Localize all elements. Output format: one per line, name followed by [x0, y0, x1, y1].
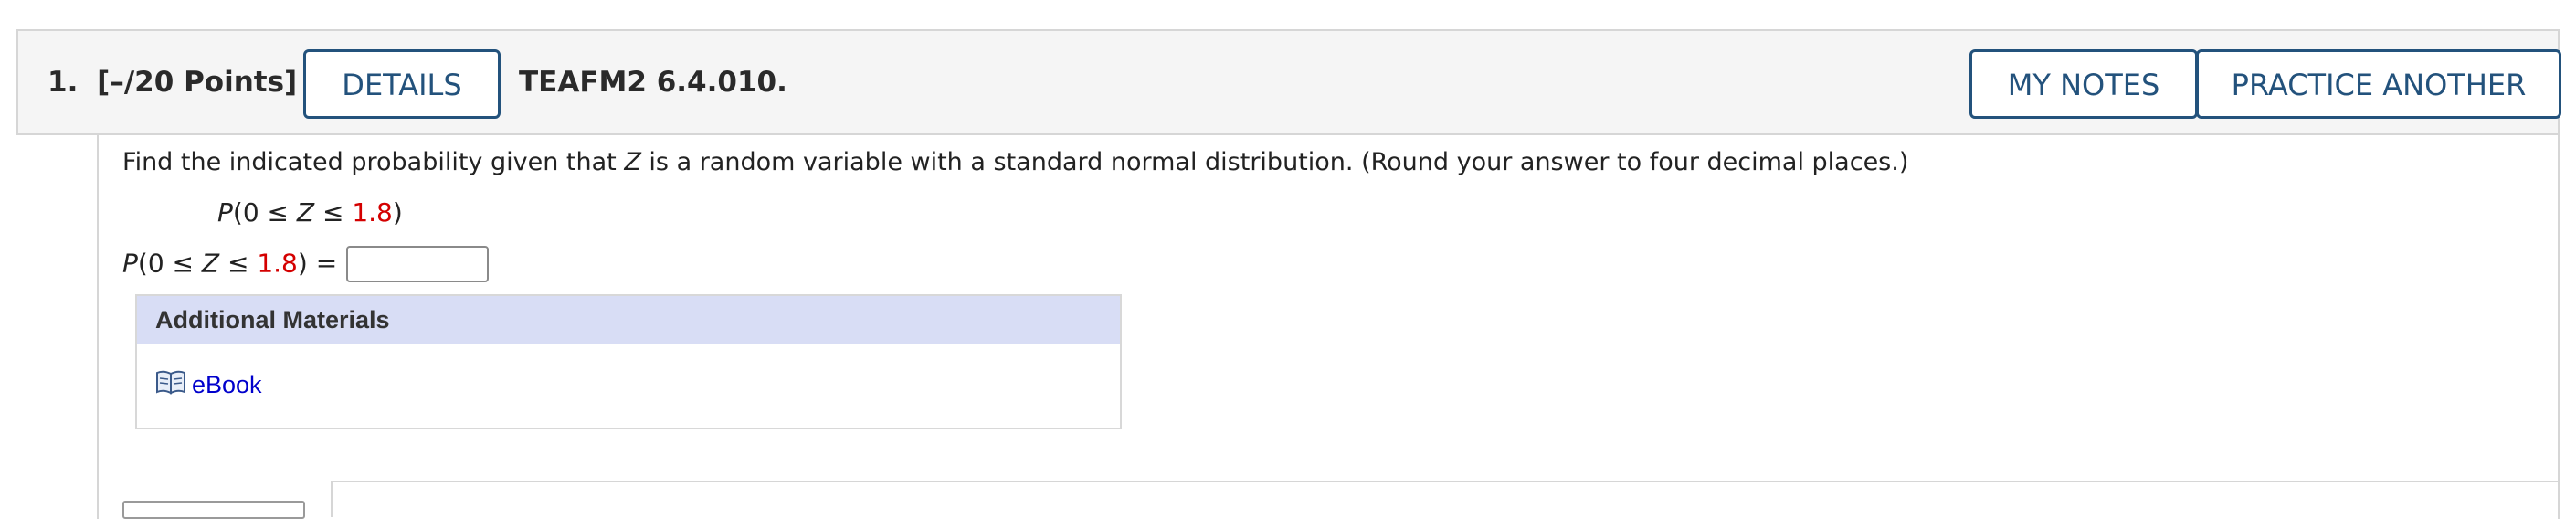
answer-expr-function: P [122, 248, 138, 279]
expr-function: P [217, 197, 233, 228]
answer-input[interactable] [346, 245, 490, 282]
additional-materials-panel: Additional Materials eBook [135, 294, 1122, 429]
expr-mid-2: ≤ [314, 197, 353, 228]
question-id: TEAFM2 6.4.010. [519, 66, 787, 99]
ebook-link[interactable]: eBook [155, 369, 262, 401]
answer-expr-variable: Z [201, 248, 220, 279]
prompt-variable: Z [624, 148, 641, 176]
expr-mid-1: (0 ≤ [232, 197, 297, 228]
answer-expr-mid-1: (0 ≤ [137, 248, 202, 279]
question-number: 1. [–/20 Points] [48, 31, 297, 133]
submit-button-edge[interactable] [122, 501, 305, 519]
answer-expr-close: ) [297, 248, 308, 279]
answer-row: P(0 ≤ Z ≤ 1.8) = [122, 245, 490, 282]
answer-expr-mid-2: ≤ [219, 248, 258, 279]
probability-expression: P(0 ≤ Z ≤ 1.8) [217, 197, 403, 228]
question-number-label: 1. [48, 66, 79, 99]
expr-variable: Z [296, 197, 315, 228]
prompt-suffix: is a random variable with a standard nor… [640, 148, 1909, 176]
next-panel-edge [331, 481, 2560, 517]
my-notes-button[interactable]: MY NOTES [1969, 49, 2198, 119]
answer-expr-value: 1.8 [257, 248, 298, 279]
details-button[interactable]: DETAILS [303, 49, 501, 119]
additional-materials-title: Additional Materials [137, 296, 1120, 344]
expr-close: ) [392, 197, 403, 228]
prompt-prefix: Find the indicated probability given tha… [122, 148, 625, 176]
expr-value: 1.8 [352, 197, 393, 228]
question-header: 1. [–/20 Points] DETAILS TEAFM2 6.4.010.… [16, 29, 2561, 135]
ebook-label: eBook [192, 371, 262, 398]
book-icon [155, 369, 186, 401]
points-label: [–/20 Points] [97, 66, 298, 99]
answer-expression: P(0 ≤ Z ≤ 1.8) = [122, 249, 337, 279]
question-prompt: Find the indicated probability given tha… [122, 148, 1908, 176]
practice-another-button[interactable]: PRACTICE ANOTHER [2196, 49, 2561, 119]
equals-sign: = [307, 248, 338, 279]
